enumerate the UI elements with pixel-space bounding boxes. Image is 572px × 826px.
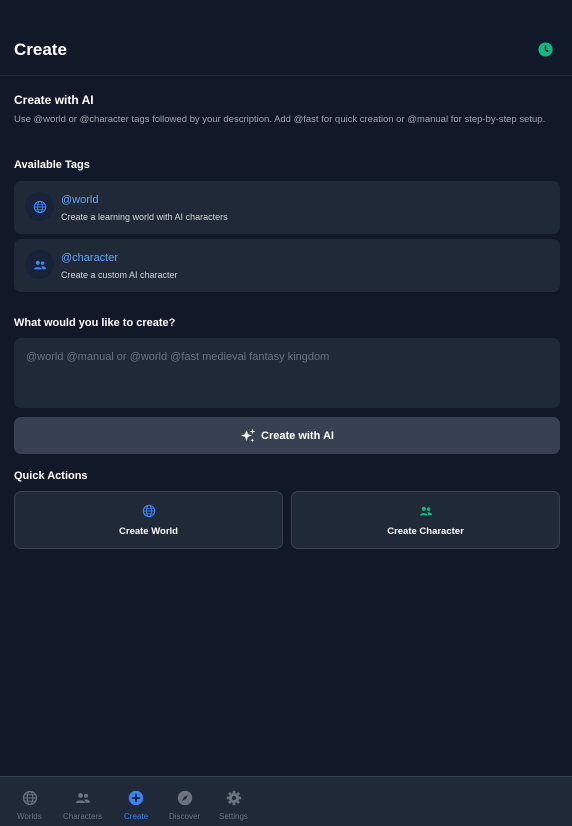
globe-icon <box>33 200 46 213</box>
create-world-label: Create World <box>119 526 178 537</box>
create-with-ai-label: Create with AI <box>261 429 334 442</box>
nav-item-worlds[interactable]: Worlds <box>14 777 48 826</box>
create-character-label: Create Character <box>387 526 464 537</box>
create-with-ai-heading: Create with AI <box>14 93 94 107</box>
tag-card-world[interactable]: @world Create a learning world with AI c… <box>14 181 560 234</box>
globe-icon <box>142 504 155 518</box>
clock-icon[interactable] <box>538 42 553 57</box>
nav-label: Settings <box>219 812 248 821</box>
quick-actions-heading: Quick Actions <box>14 470 88 482</box>
tag-description: Create a learning world with AI characte… <box>61 212 228 222</box>
plus-circle-icon <box>128 790 144 806</box>
nav-label: Characters <box>63 812 103 821</box>
nav-item-characters[interactable]: Characters <box>60 777 106 826</box>
nav-label: Discover <box>169 812 201 821</box>
tag-icon-container <box>25 250 54 279</box>
create-world-button[interactable]: Create World <box>14 491 283 549</box>
create-character-button[interactable]: Create Character <box>291 491 560 549</box>
tag-name: @character <box>61 252 119 264</box>
tag-name: @world <box>61 194 99 206</box>
tag-icon-container <box>25 192 54 221</box>
users-icon <box>419 506 432 516</box>
gear-icon <box>226 790 242 806</box>
nav-item-create[interactable]: Create <box>121 777 151 826</box>
nav-item-settings[interactable]: Settings <box>216 777 252 826</box>
create-with-ai-button[interactable]: Create with AI <box>14 417 560 454</box>
page-title: Create <box>14 40 67 59</box>
tag-description: Create a custom AI character <box>61 270 178 280</box>
prompt-input[interactable] <box>14 338 560 408</box>
header: Create <box>0 0 572 76</box>
nav-item-discover[interactable]: Discover <box>166 777 204 826</box>
nav-label: Worlds <box>17 812 42 821</box>
users-icon <box>33 260 46 269</box>
tag-card-character[interactable]: @character Create a custom AI character <box>14 239 560 292</box>
sparkles-icon <box>241 428 256 442</box>
compass-icon <box>177 790 193 806</box>
users-icon <box>76 793 90 803</box>
prompt-heading: What would you like to create? <box>14 317 176 329</box>
available-tags-heading: Available Tags <box>14 159 90 171</box>
nav-label: Create <box>124 812 149 821</box>
bottom-nav: Worlds Characters Create Discover Settin… <box>0 776 572 826</box>
globe-icon <box>22 790 38 806</box>
intro-description: Use @world or @character tags followed b… <box>14 114 546 125</box>
